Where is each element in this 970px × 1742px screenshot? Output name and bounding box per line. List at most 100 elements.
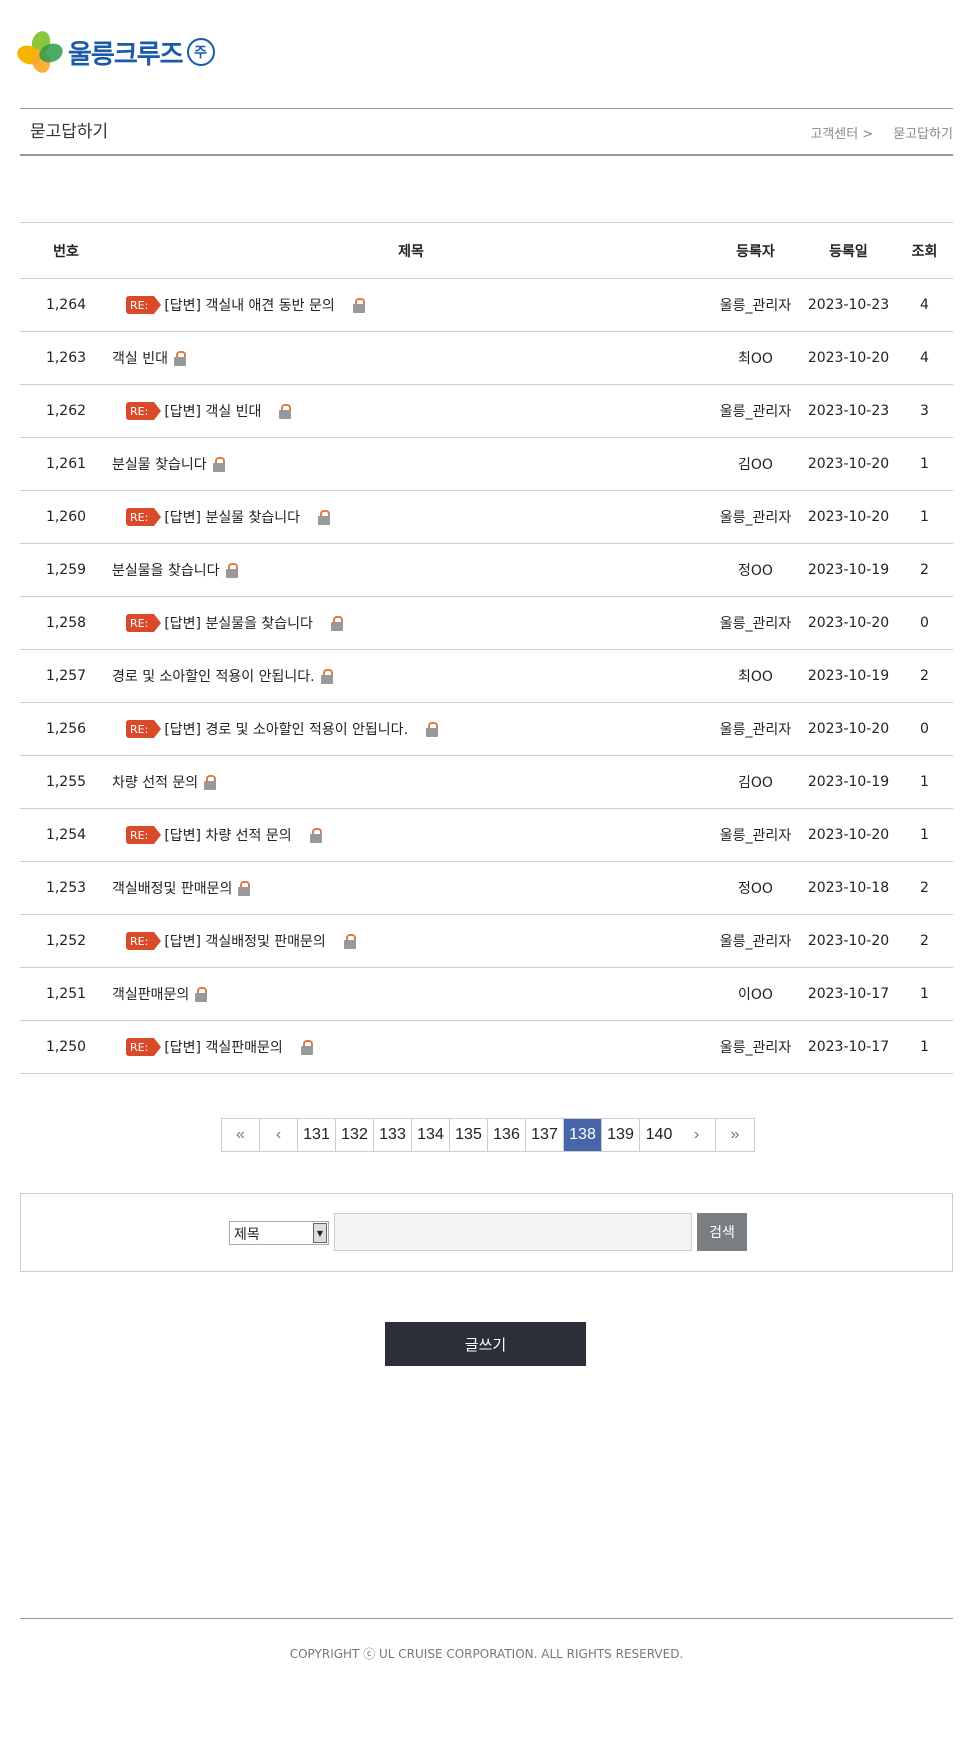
table-row[interactable]: 1,255 차량 선적 문의 김OO 2023-10-19 1 bbox=[20, 756, 953, 809]
post-number: 1,262 bbox=[45, 403, 87, 419]
post-author: 울릉_관리자 bbox=[719, 828, 792, 844]
post-number: 1,252 bbox=[45, 933, 87, 949]
table-row[interactable]: 1,260 RE: [답변] 분실물 찾습니다 울릉_관리자 2023-10-20 1 bbox=[20, 491, 953, 544]
post-title-cell[interactable]: 경로 및 소아할인 적용이 안됩니다. bbox=[112, 666, 710, 686]
table-row[interactable]: 1,250 RE: [답변] 객실판매문의 울릉_관리자 2023-10-17 1 bbox=[20, 1021, 953, 1074]
post-title-cell[interactable]: RE: [답변] 객실 빈대 bbox=[112, 401, 710, 421]
reply-badge: RE: bbox=[126, 826, 162, 844]
table-row[interactable]: 1,258 RE: [답변] 분실물을 찾습니다 울릉_관리자 2023-10-20 0 bbox=[20, 597, 953, 650]
post-title-cell[interactable]: RE: [답변] 객실판매문의 bbox=[112, 1037, 710, 1057]
post-views: 4 bbox=[920, 350, 929, 366]
next-page-button[interactable]: › bbox=[678, 1119, 716, 1151]
post-author: 이OO bbox=[738, 987, 773, 1003]
page-140-button[interactable]: 140 bbox=[640, 1119, 678, 1151]
post-title[interactable]: 분실물을 찾습니다 bbox=[112, 560, 220, 580]
post-title-cell[interactable]: RE: [답변] 객실내 애견 동반 문의 bbox=[112, 295, 710, 315]
table-row[interactable]: 1,262 RE: [답변] 객실 빈대 울릉_관리자 2023-10-23 3 bbox=[20, 385, 953, 438]
table-row[interactable]: 1,264 RE: [답변] 객실내 애견 동반 문의 울릉_관리자 2023-10-2… bbox=[20, 279, 953, 332]
first-page-button[interactable]: « bbox=[222, 1119, 260, 1151]
dropdown-arrow-icon[interactable]: ▼ bbox=[313, 1223, 327, 1243]
reply-badge: RE: bbox=[126, 932, 162, 950]
post-number: 1,261 bbox=[45, 456, 87, 472]
post-views: 0 bbox=[920, 721, 929, 737]
search-button[interactable]: 검색 bbox=[697, 1213, 747, 1251]
page-136-button[interactable]: 136 bbox=[488, 1119, 526, 1151]
site-logo[interactable]: 울릉크루즈 주 bbox=[14, 29, 215, 75]
table-row[interactable]: 1,251 객실판매문의 이OO 2023-10-17 1 bbox=[20, 968, 953, 1021]
post-author: 울릉_관리자 bbox=[719, 616, 792, 632]
table-header: 번호 제목 등록자 등록일 조회 bbox=[20, 223, 953, 279]
prev-page-button[interactable]: ‹ bbox=[260, 1119, 298, 1151]
post-title-cell[interactable]: RE: [답변] 차량 선적 문의 bbox=[112, 825, 710, 845]
table-row[interactable]: 1,256 RE: [답변] 경로 및 소아할인 적용이 안됩니다. 울릉_관리자 20… bbox=[20, 703, 953, 756]
page-137-button[interactable]: 137 bbox=[526, 1119, 564, 1151]
search-field-select[interactable]: 제목 ▼ bbox=[229, 1221, 329, 1245]
post-title[interactable]: [답변] 차량 선적 문의 bbox=[164, 825, 291, 845]
post-title[interactable]: [답변] 분실물을 찾습니다 bbox=[164, 613, 313, 633]
post-author: 김OO bbox=[738, 775, 773, 791]
post-title[interactable]: [답변] 분실물 찾습니다 bbox=[164, 507, 300, 527]
page-135-button[interactable]: 135 bbox=[450, 1119, 488, 1151]
post-views: 3 bbox=[920, 403, 929, 419]
post-title[interactable]: [답변] 객실 빈대 bbox=[164, 401, 261, 421]
table-row[interactable]: 1,263 객실 빈대 최OO 2023-10-20 4 bbox=[20, 332, 953, 385]
write-post-button[interactable]: 글쓰기 bbox=[385, 1322, 586, 1366]
post-title[interactable]: [답변] 경로 및 소아할인 적용이 안됩니다. bbox=[164, 719, 408, 739]
last-page-button[interactable]: » bbox=[716, 1119, 754, 1151]
post-views: 1 bbox=[920, 986, 929, 1002]
page-133-button[interactable]: 133 bbox=[374, 1119, 412, 1151]
pagination: « ‹ 131 132 133 134 135 136 137 138 139 140 › » bbox=[221, 1118, 755, 1152]
page-138-button[interactable]: 138 bbox=[564, 1119, 602, 1151]
breadcrumb: 고객센터 > 묻고답하기 bbox=[810, 123, 953, 142]
page-139-button[interactable]: 139 bbox=[602, 1119, 640, 1151]
post-title-cell[interactable]: 객실배정및 판매문의 bbox=[112, 878, 710, 898]
post-title-cell[interactable]: RE: [답변] 분실물 찾습니다 bbox=[112, 507, 710, 527]
post-date: 2023-10-19 bbox=[807, 668, 890, 684]
post-title-cell[interactable]: 차량 선적 문의 bbox=[112, 772, 710, 792]
post-title-cell[interactable]: RE: [답변] 객실배정및 판매문의 bbox=[112, 931, 710, 951]
table-row[interactable]: 1,254 RE: [답변] 차량 선적 문의 울릉_관리자 2023-10-20 1 bbox=[20, 809, 953, 862]
post-title-cell[interactable]: 객실 빈대 bbox=[112, 348, 710, 368]
page-132-button[interactable]: 132 bbox=[336, 1119, 374, 1151]
post-date: 2023-10-19 bbox=[807, 562, 890, 578]
post-date: 2023-10-20 bbox=[807, 933, 890, 949]
post-date: 2023-10-20 bbox=[807, 615, 890, 631]
footer: COPYRIGHT ⓒ UL CRUISE CORPORATION. ALL R… bbox=[20, 1618, 953, 1662]
post-number: 1,260 bbox=[45, 509, 87, 525]
page-134-button[interactable]: 134 bbox=[412, 1119, 450, 1151]
post-title-cell[interactable]: RE: [답변] 분실물을 찾습니다 bbox=[112, 613, 710, 633]
copyright-text: COPYRIGHT ⓒ UL CRUISE CORPORATION. ALL R… bbox=[289, 1647, 684, 1661]
table-row[interactable]: 1,257 경로 및 소아할인 적용이 안됩니다. 최OO 2023-10-19 2 bbox=[20, 650, 953, 703]
table-row[interactable]: 1,259 분실물을 찾습니다 정OO 2023-10-19 2 bbox=[20, 544, 953, 597]
post-title-cell[interactable]: 분실물 찾습니다 bbox=[112, 454, 710, 474]
post-views: 2 bbox=[920, 562, 929, 578]
post-title[interactable]: 분실물 찾습니다 bbox=[112, 454, 207, 474]
table-row[interactable]: 1,261 분실물 찾습니다 김OO 2023-10-20 1 bbox=[20, 438, 953, 491]
breadcrumb-customer-center[interactable]: 고객센터 > bbox=[810, 123, 873, 142]
post-number: 1,257 bbox=[45, 668, 87, 684]
reply-badge: RE: bbox=[126, 508, 162, 526]
post-title[interactable]: [답변] 객실내 애견 동반 문의 bbox=[164, 295, 334, 315]
col-number: 번호 bbox=[53, 243, 79, 260]
post-title-cell[interactable]: 객실판매문의 bbox=[112, 984, 710, 1004]
page-131-button[interactable]: 131 bbox=[298, 1119, 336, 1151]
post-title[interactable]: [답변] 객실판매문의 bbox=[164, 1037, 282, 1057]
post-title[interactable]: 객실배정및 판매문의 bbox=[112, 878, 232, 898]
post-number: 1,253 bbox=[45, 880, 87, 896]
post-author: 울릉_관리자 bbox=[719, 298, 792, 314]
table-row[interactable]: 1,253 객실배정및 판매문의 정OO 2023-10-18 2 bbox=[20, 862, 953, 915]
post-author: 울릉_관리자 bbox=[719, 934, 792, 950]
post-title[interactable]: 객실 빈대 bbox=[112, 348, 168, 368]
post-title[interactable]: [답변] 객실배정및 판매문의 bbox=[164, 931, 326, 951]
post-title-cell[interactable]: 분실물을 찾습니다 bbox=[112, 560, 710, 580]
post-title[interactable]: 객실판매문의 bbox=[112, 984, 189, 1004]
breadcrumb-qna[interactable]: 묻고답하기 bbox=[893, 123, 953, 142]
lock-icon bbox=[204, 775, 217, 790]
table-row[interactable]: 1,252 RE: [답변] 객실배정및 판매문의 울릉_관리자 2023-10-20 2 bbox=[20, 915, 953, 968]
post-date: 2023-10-18 bbox=[807, 880, 890, 896]
search-input[interactable] bbox=[334, 1213, 692, 1251]
post-title-cell[interactable]: RE: [답변] 경로 및 소아할인 적용이 안됩니다. bbox=[112, 719, 710, 739]
post-title[interactable]: 차량 선적 문의 bbox=[112, 772, 198, 792]
post-number: 1,251 bbox=[45, 986, 87, 1002]
post-title[interactable]: 경로 및 소아할인 적용이 안됩니다. bbox=[112, 666, 315, 686]
